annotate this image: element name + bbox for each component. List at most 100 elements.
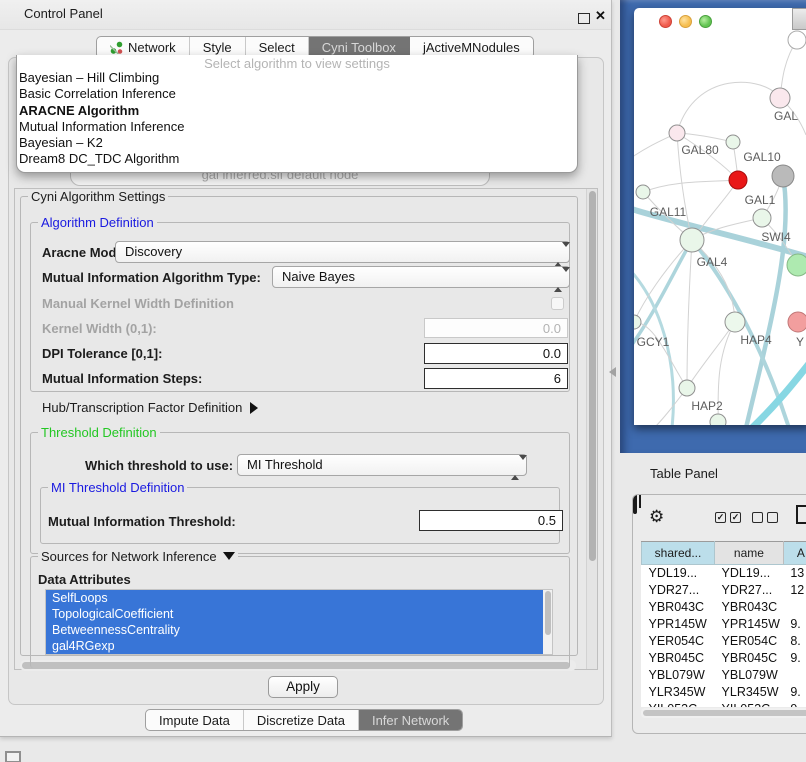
node[interactable] [729,171,747,189]
unchecked-checkbox-icon[interactable] [767,512,778,523]
aracne-mode-combobox[interactable]: Discovery [115,241,570,263]
panel-collapse-arrow-icon[interactable] [609,367,616,377]
node[interactable] [788,31,806,49]
table-cell[interactable]: YPR145W [642,616,715,633]
tab-label: Style [203,40,232,55]
table-cell[interactable]: YER054C [642,633,715,650]
float-window-icon[interactable] [578,13,590,24]
vertical-scrollbar-thumb[interactable] [589,191,596,561]
table-cell[interactable]: YDR27... [715,582,784,599]
table-cell[interactable]: YLR345W [642,684,715,701]
apply-button[interactable]: Apply [268,676,338,698]
node-hap4[interactable] [725,312,745,332]
table-cell[interactable] [783,599,806,616]
algorithm-option-dream8-dc-tdc-algorithm[interactable]: Dream8 DC_TDC Algorithm [17,151,577,167]
attribute-item-topologicalcoefficient[interactable]: TopologicalCoefficient [46,606,552,622]
vertical-scrollbar[interactable] [586,189,597,669]
mi-type-combobox[interactable]: Naive Bayes [272,266,570,288]
document-icon[interactable] [796,505,806,524]
close-panel-icon[interactable]: ✕ [595,8,606,24]
table-row: YER054CYER054C8. [642,633,806,650]
dpi-tolerance-label: DPI Tolerance [0,1]: [42,346,162,361]
unchecked-checkbox-icon[interactable] [752,512,763,523]
algorithm-option-aracne-algorithm[interactable]: ARACNE Algorithm [17,103,577,119]
table-cell[interactable]: YBR043C [642,599,715,616]
table-cell[interactable]: YDL19... [715,565,784,582]
dpi-tolerance-field[interactable]: 0.0 [424,343,568,364]
table-cell[interactable]: YIL053C [642,701,715,708]
tab-infer-network[interactable]: Infer Network [359,710,462,730]
table-cell[interactable]: YER054C [715,633,784,650]
tab-impute-data[interactable]: Impute Data [146,710,244,730]
table-cell[interactable]: YLR345W [715,684,784,701]
attributes-scrollbar-thumb[interactable] [545,591,551,635]
attribute-item-gal4rgexp[interactable]: gal4RGexp [46,638,552,654]
hub-section-toggle[interactable]: Hub/Transcription Factor Definition [42,400,258,415]
table-row: YIL053CYIL053C9. [642,701,806,708]
table-cell[interactable]: YDR27... [642,582,715,599]
table-cell[interactable]: 13 [783,565,806,582]
gear-icon[interactable]: ⚙ [649,507,664,527]
table-cell[interactable]: 9. [783,616,806,633]
node-gal[interactable] [770,88,790,108]
sources-group-title[interactable]: Sources for Network Inference [38,549,238,564]
minimize-traffic-light-button[interactable] [679,15,692,28]
which-threshold-combobox[interactable]: MI Threshold [237,454,527,476]
mi-steps-field[interactable]: 6 [424,368,568,389]
split-view-icon[interactable] [633,494,637,514]
column-header-a[interactable]: A [783,542,806,565]
node-gal4[interactable] [680,228,704,252]
checked-checkbox-icon[interactable]: ✓ [730,512,741,523]
algorithm-option-bayesian-k2[interactable]: Bayesian – K2 [17,135,577,151]
corner-widget-icon[interactable] [5,751,21,762]
close-traffic-light-button[interactable] [659,15,672,28]
table-cell[interactable]: YDL19... [642,565,715,582]
table-cell[interactable]: 9. [783,650,806,667]
algorithm-option-mutual-information-inference[interactable]: Mutual Information Inference [17,119,577,135]
table-panel: ⚙ ✓ ✓ shared...nameA YDL19...YDL19...13Y… [632,494,806,734]
node[interactable] [710,414,726,425]
aracne-mode-value: Discovery [125,244,182,259]
table-cell[interactable]: YIL053C [715,701,784,708]
column-header-shared[interactable]: shared... [642,542,715,565]
node-gal1[interactable] [753,209,771,227]
table-horizontal-scrollbar[interactable] [641,708,806,718]
kernel-width-field[interactable]: 0.0 [424,318,568,338]
attribute-item-betweennesscentrality[interactable]: BetweennessCentrality [46,622,552,638]
node-gcy1[interactable] [634,315,641,329]
node-gal80[interactable] [669,125,685,141]
network-canvas[interactable]: GALGAL80GAL10GAL1GAL11GAL4SWI4GCY1HAP4YH… [634,30,806,425]
background-window-fragment [792,8,806,30]
node-hap2[interactable] [679,380,695,396]
node-y[interactable] [788,312,806,332]
attribute-item-selfloops[interactable]: SelfLoops [46,590,552,606]
algorithm-option-basic-correlation-inference[interactable]: Basic Correlation Inference [17,86,577,102]
manual-kernel-checkbox[interactable] [551,297,564,310]
table-cell[interactable]: YBL079W [715,667,784,684]
column-header-name[interactable]: name [715,542,784,565]
table-cell[interactable] [783,667,806,684]
node-gal10[interactable] [726,135,740,149]
table-cell[interactable]: YBR045C [715,650,784,667]
table-cell[interactable]: 12 [783,582,806,599]
which-threshold-value: MI Threshold [247,457,323,472]
table-cell[interactable]: YBR045C [642,650,715,667]
table-cell[interactable]: 9. [783,701,806,708]
table-cell[interactable]: 9. [783,684,806,701]
mi-threshold-field[interactable]: 0.5 [419,510,563,531]
table-cell[interactable]: YPR145W [715,616,784,633]
node[interactable] [772,165,794,187]
table-cell[interactable]: 8. [783,633,806,650]
tab-discretize-data[interactable]: Discretize Data [244,710,359,730]
table-cell[interactable]: YBL079W [642,667,715,684]
attributes-scrollbar[interactable] [543,590,552,654]
node-gal11[interactable] [636,185,650,199]
zoom-traffic-light-button[interactable] [699,15,712,28]
table-row: YDL19...YDL19...13 [642,565,806,582]
table-cell[interactable]: YBR043C [715,599,784,616]
collapse-down-icon [223,552,235,560]
checked-checkbox-icon[interactable]: ✓ [715,512,726,523]
node-swi4[interactable] [787,254,806,276]
table-horizontal-scrollbar-thumb[interactable] [643,710,806,716]
algorithm-option-bayesian-hill-climbing[interactable]: Bayesian – Hill Climbing [17,70,577,86]
